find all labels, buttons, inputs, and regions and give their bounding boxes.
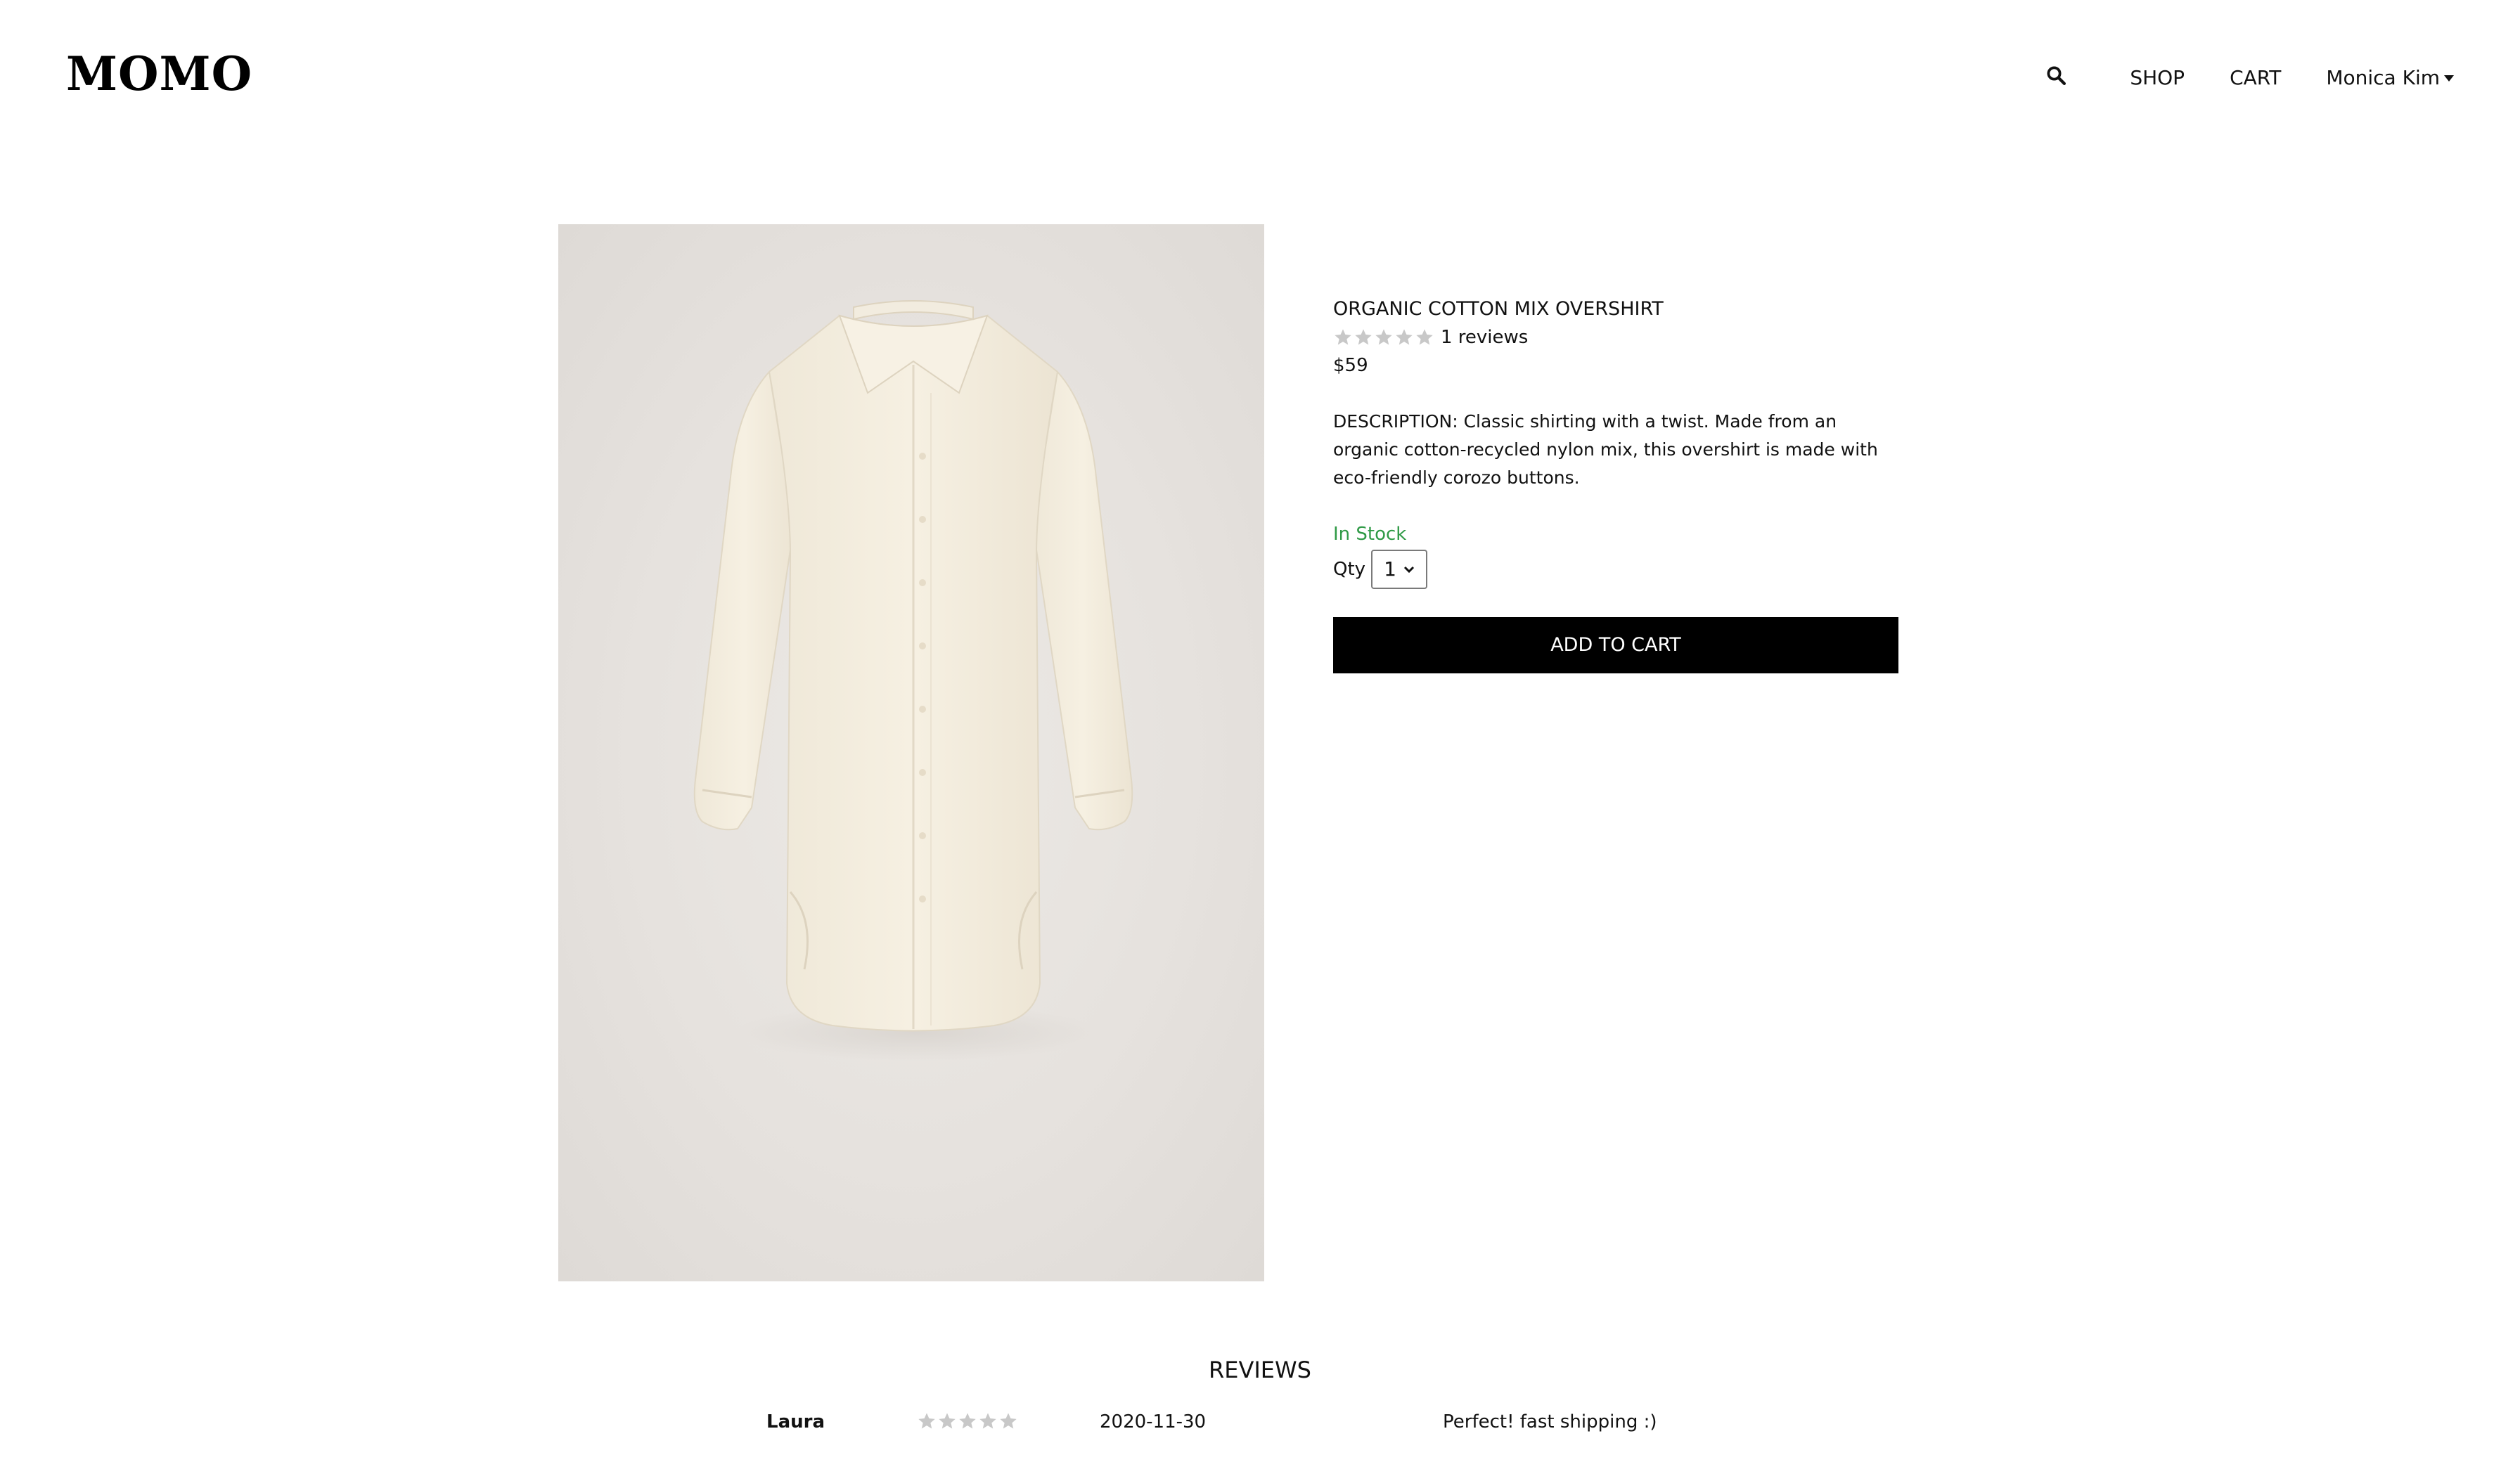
star-icon [1375,329,1392,345]
stock-status: In Stock [1333,524,1407,545]
qty-value: 1 [1384,557,1396,581]
star-icon [959,1413,976,1429]
star-icon [939,1413,956,1429]
user-name: Monica Kim [2326,66,2440,89]
review-author: Laura [766,1411,825,1432]
product-description: DESCRIPTION: Classic shirting with a twi… [1333,411,1878,488]
reviews-count-link[interactable]: 1 reviews [1441,323,1528,351]
caret-down-icon [2444,75,2454,82]
chevron-down-icon [1403,566,1415,574]
site-header: MOMO SHOP CART Monica Kim [0,0,2520,155]
star-icon [1000,1413,1017,1429]
reviews-heading: REVIEWS [1209,1357,1311,1383]
star-icon [1416,329,1433,345]
star-icon [1355,329,1372,345]
star-icon [979,1413,996,1429]
review-rating-stars [917,1411,1019,1431]
user-menu[interactable]: Monica Kim [2326,66,2454,89]
overshirt-photo [693,300,1133,1061]
main-nav: SHOP CART Monica Kim [2045,65,2454,91]
product-rating: 1 reviews [1333,323,1898,351]
product-info: ORGANIC COTTON MIX OVERSHIRT 1 reviews $… [1333,295,1898,673]
search-button[interactable] [2045,65,2085,91]
rating-stars [1333,328,1435,347]
nav-shop-link[interactable]: SHOP [2130,66,2185,89]
add-to-cart-button[interactable]: ADD TO CART [1333,617,1898,673]
product-price: $59 [1333,355,1368,376]
review-row: Laura 2020-11-30 Perfect! fast shipping … [0,1411,2520,1442]
product-title: ORGANIC COTTON MIX OVERSHIRT [1333,298,1664,320]
star-icon [918,1413,935,1429]
site-logo[interactable]: MOMO [66,46,252,101]
review-text: Perfect! fast shipping :) [1443,1411,1657,1432]
review-date: 2020-11-30 [1100,1411,1207,1432]
quantity-row: Qty 1 [1333,550,1898,589]
qty-select[interactable]: 1 [1371,550,1428,589]
product-image [558,224,1264,1281]
nav-cart-link[interactable]: CART [2230,66,2281,89]
star-icon [1396,329,1413,345]
qty-label: Qty [1333,559,1366,580]
star-icon [1335,329,1351,345]
search-icon [2047,66,2066,85]
